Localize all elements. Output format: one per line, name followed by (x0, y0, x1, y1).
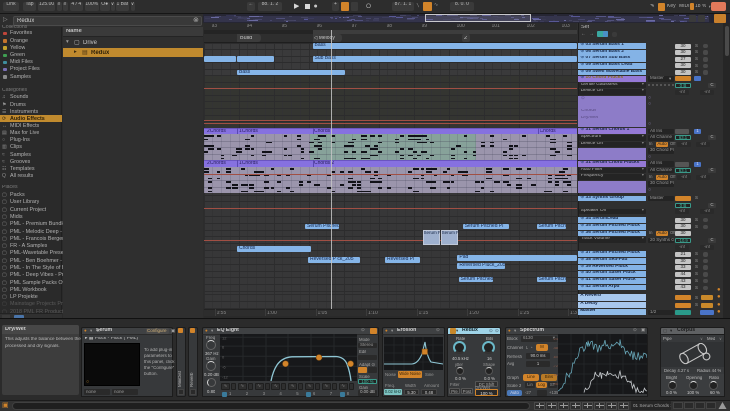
svg-text:-12: -12 (222, 374, 229, 379)
svg-text:-6: -6 (222, 364, 226, 369)
svg-text:12: 12 (222, 335, 227, 340)
svg-text:0: 0 (222, 354, 225, 359)
svg-text:6: 6 (222, 344, 225, 349)
